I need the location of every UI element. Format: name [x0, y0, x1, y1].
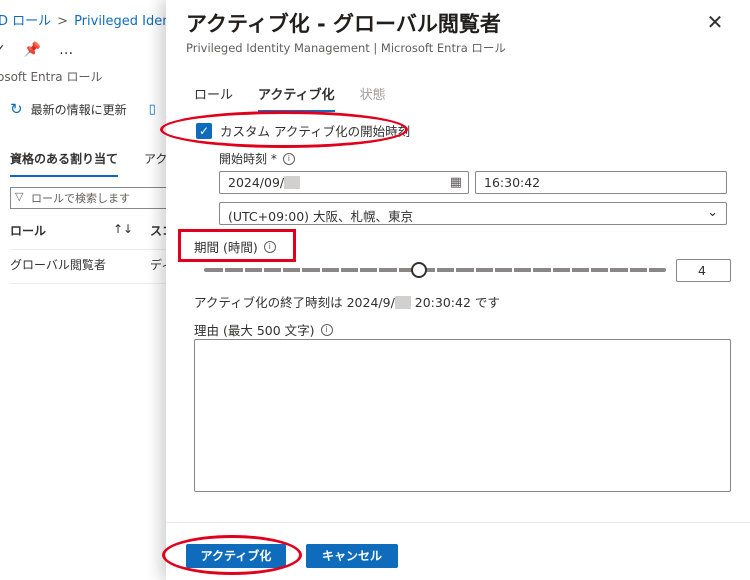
activate-button[interactable]: アクティブ化	[186, 544, 286, 568]
end-time-suffix: 20:30:42 です	[414, 295, 500, 310]
slider-tick	[646, 268, 649, 272]
breadcrumb: D ロール > Privileged Identi	[0, 10, 168, 29]
slider-tick	[569, 268, 572, 272]
slider-tick	[319, 268, 322, 272]
info-icon[interactable]: i	[282, 152, 295, 165]
slider-tick	[512, 268, 514, 272]
calendar-icon[interactable]: ▦	[450, 175, 462, 190]
activation-panel: アクティブ化 - グローバル閲覧者 Privileged Identity Ma…	[160, 0, 750, 580]
panel-title: アクティブ化 - グローバル閲覧者	[186, 12, 501, 36]
timezone-dropdown[interactable]: (UTC+09:00) 大阪、札幌、東京 ⌄	[219, 202, 727, 225]
close-icon[interactable]: ✕	[704, 12, 726, 34]
slider-tick	[358, 268, 360, 272]
more-icon[interactable]: …	[59, 42, 73, 58]
table-header: ロール ↑↓ スコ	[10, 222, 168, 250]
refresh-button[interactable]: ↻ 最新の情報に更新 ▯	[10, 100, 156, 118]
start-time-label-text: 開始時刻 *	[219, 152, 277, 166]
row-role: グローバル閲覧者	[10, 258, 106, 272]
slider-tick	[242, 268, 245, 272]
start-time-label: 開始時刻 * i	[219, 150, 295, 167]
slider-tick	[377, 268, 380, 272]
slider-thumb[interactable]	[411, 262, 428, 278]
panel-tabs: ロール アクティブ化 状態	[194, 84, 386, 112]
tab-active[interactable]: アク	[144, 150, 167, 177]
chevron-down-icon: ⌄	[707, 205, 718, 220]
background-page: D ロール > Privileged Identi ✓ 📌 … osoft Entra …	[0, 0, 168, 580]
duration-value: 4	[698, 263, 706, 278]
tab-activation[interactable]: アクティブ化	[258, 84, 335, 112]
reason-label-text: 理由 (最大 500 文字)	[194, 323, 315, 338]
checkmark-icon[interactable]: ✓	[196, 122, 212, 139]
start-time-value: 16:30:42	[484, 175, 541, 190]
tab-status: 状態	[359, 88, 386, 103]
slider-tick	[261, 268, 264, 272]
breadcrumb-separator: >	[57, 14, 69, 29]
custom-start-checkbox[interactable]: ✓ カスタム アクティブ化の開始時刻	[196, 121, 410, 140]
filter-icon: ▽	[15, 190, 24, 203]
panel-subtitle: Privileged Identity Management | Microso…	[186, 41, 506, 55]
tab-eligible[interactable]: 資格のある割り当て	[10, 150, 119, 177]
assignment-tabs: 資格のある割り当て アク	[10, 150, 167, 177]
timezone-value: (UTC+09:00) 大阪、札幌、東京	[228, 209, 414, 224]
start-time-field[interactable]: 16:30:42	[475, 171, 727, 194]
slider-tick	[473, 268, 476, 272]
slider-tick	[396, 268, 399, 272]
start-date-value: 2024/09/	[228, 175, 285, 190]
slider-tick	[338, 268, 341, 272]
slider-tick	[627, 268, 630, 272]
slider-tick	[589, 268, 591, 272]
slider-tick	[300, 268, 303, 272]
masked-day	[284, 176, 301, 189]
tab-role[interactable]: ロール	[194, 84, 233, 112]
custom-start-label: カスタム アクティブ化の開始時刻	[220, 124, 411, 139]
reason-label: 理由 (最大 500 文字) i	[194, 320, 333, 339]
refresh-icon: ↻	[10, 100, 23, 118]
check-icon[interactable]: ✓	[0, 42, 6, 58]
search-placeholder: ロールで検索します	[31, 192, 130, 205]
slider-tick	[223, 268, 226, 272]
duration-label-text: 期間 (時間)	[194, 240, 258, 255]
column-role[interactable]: ロール	[10, 224, 46, 238]
duration-label: 期間 (時間) i	[194, 237, 276, 256]
start-date-field[interactable]: 2024/09/ ▦	[219, 171, 469, 194]
end-time-text: アクティブ化の終了時刻は 2024/9/ 20:30:42 です	[194, 292, 500, 311]
info-icon[interactable]: i	[320, 323, 333, 336]
info-icon[interactable]: i	[263, 240, 276, 253]
page-toolbar: ✓ 📌 …	[0, 42, 91, 58]
duration-slider[interactable]	[204, 268, 666, 272]
page-subtitle: osoft Entra ロール	[0, 70, 103, 84]
slider-tick	[492, 268, 495, 272]
footer-divider	[166, 522, 750, 523]
slider-tick	[608, 268, 611, 272]
masked-day	[394, 296, 411, 309]
role-search-input[interactable]: ▽ ロールで検索します	[10, 187, 168, 209]
reason-textarea[interactable]	[194, 339, 731, 492]
slider-tick	[531, 268, 534, 272]
slider-tick	[550, 268, 553, 272]
refresh-label: 最新の情報に更新	[30, 102, 127, 117]
device-icon[interactable]: ▯	[149, 102, 156, 117]
slider-tick	[281, 268, 283, 272]
end-time-prefix: アクティブ化の終了時刻は 2024/9/	[194, 295, 395, 310]
breadcrumb-item[interactable]: Privileged Identi	[74, 14, 168, 29]
slider-tick	[454, 268, 457, 272]
pin-icon[interactable]: 📌	[24, 42, 41, 58]
duration-input[interactable]: 4	[676, 259, 731, 282]
slider-tick	[435, 268, 437, 272]
breadcrumb-item[interactable]: D ロール	[0, 14, 51, 29]
sort-icon[interactable]: ↑↓	[113, 222, 133, 236]
table-row[interactable]: グローバル閲覧者 ディ	[10, 256, 168, 284]
cancel-button[interactable]: キャンセル	[306, 544, 398, 568]
